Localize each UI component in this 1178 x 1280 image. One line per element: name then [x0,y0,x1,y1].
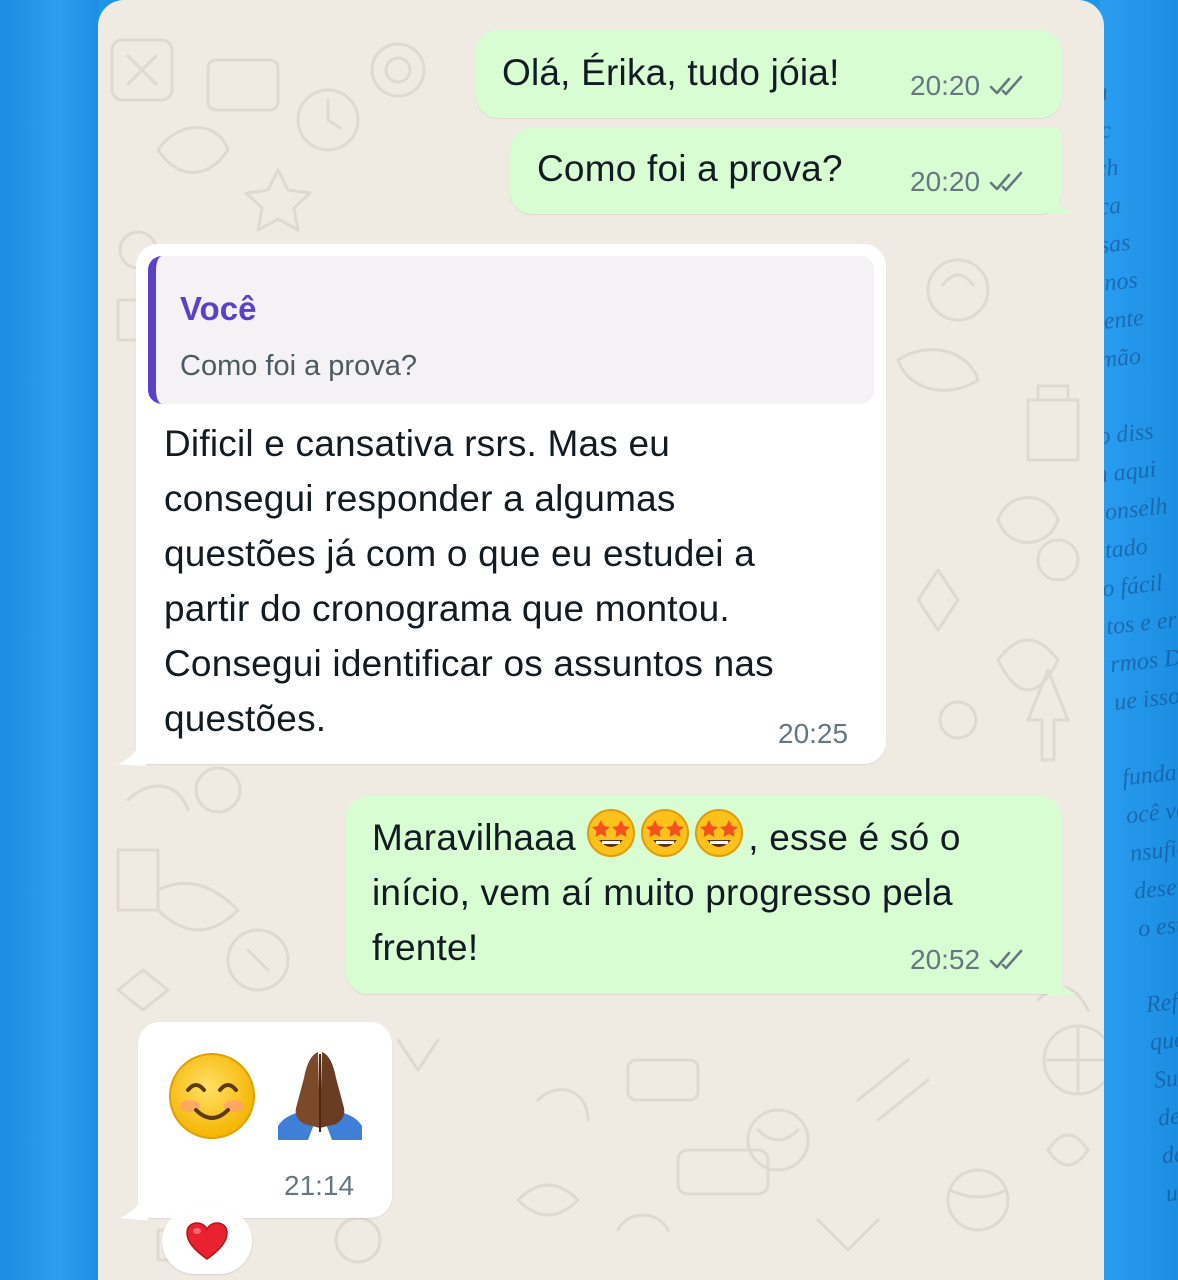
quote-text: Como foi a prova? [180,350,417,382]
chat-area[interactable]: Olá, Érika, tudo jóia! 20:20 Como foi a … [98,0,1104,1280]
quote-author: Você [180,290,257,327]
message-meta: 20:52 [910,944,1026,976]
message-reaction[interactable] [162,1208,252,1274]
book-page-text: rnadalhas cesfecho a canossaslar nosamen… [1100,67,1178,1213]
star-struck-emoji [587,809,636,857]
message-text: Olá, Érika, tudo jóia! [502,52,840,93]
message-text: Dificil e cansativa rsrs. Mas eu consegu… [164,416,774,746]
bubble-tail [1048,188,1076,214]
folded-hands-emoji [278,1052,362,1140]
message-line: Consegui identificar os assuntos nas [164,643,774,684]
incoming-message[interactable]: 21:14 [138,1022,392,1218]
star-struck-emoji [695,809,744,857]
message-time: 20:52 [910,944,981,975]
double-check-icon [989,949,1023,970]
quoted-message[interactable]: Você Como foi a prova? [148,256,874,404]
outgoing-message[interactable]: Olá, Érika, tudo jóia! 20:20 [476,30,1062,118]
message-time: 20:20 [910,166,981,197]
message-meta: 20:20 [910,166,1026,198]
double-check-icon [989,171,1023,192]
message-line: partir do cronograma que montou. [164,588,730,629]
outgoing-message[interactable]: Como foi a prova? 20:20 [510,128,1062,214]
message-time: 21:14 [284,1170,355,1201]
message-text: Como foi a prova? [537,148,843,189]
background-book-page: rnadalhas cesfecho a canossaslar nosamen… [1100,0,1178,1280]
message-time: 20:20 [910,70,981,101]
incoming-message[interactable]: Você Como foi a prova? Dificil e cansati… [136,244,886,764]
smiling-face-emoji [169,1053,255,1139]
red-heart-emoji [186,1222,228,1260]
outgoing-message[interactable]: Maravilhaaa , esse é só o início, vem aí… [346,796,1062,994]
message-fragment: , esse é só o [748,817,961,858]
bubble-tail [1048,954,1076,996]
background-left-edge [0,0,98,1280]
message-line: questões já com o que eu estudei a [164,533,755,574]
message-line: questões. [164,698,327,739]
message-line: Maravilhaaa , esse é só o [372,808,1052,865]
message-fragment: Maravilhaaa [372,817,576,858]
message-meta: 20:20 [910,70,1026,102]
message-line: Dificil e cansativa rsrs. Mas eu [164,423,671,464]
message-line: consegui responder a algumas [164,478,676,519]
bubble-tail [120,1178,148,1220]
star-struck-emoji [641,809,690,857]
double-check-icon [989,75,1023,96]
message-line: início, vem aí muito progresso pela [372,872,953,913]
bubble-tail [118,724,146,766]
message-time: 20:25 [778,718,849,749]
